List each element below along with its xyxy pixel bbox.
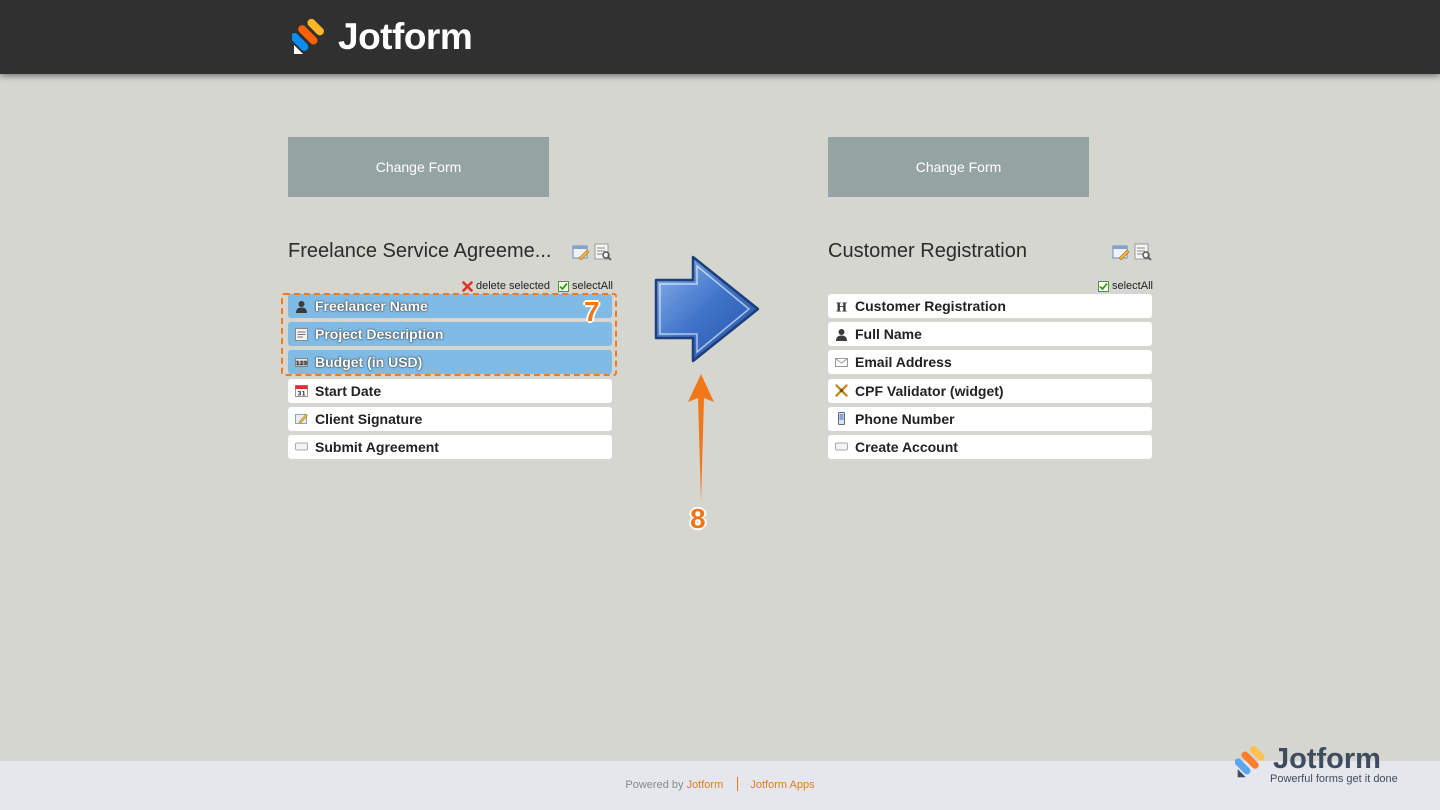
field-item[interactable]: Freelancer Name xyxy=(288,294,612,318)
delete-selected-link[interactable]: delete selected xyxy=(462,280,550,292)
edit-form-icon[interactable] xyxy=(572,243,590,261)
delete-icon xyxy=(462,280,473,292)
field-item[interactable]: Submit Agreement xyxy=(288,434,612,459)
svg-text:123: 123 xyxy=(296,361,308,367)
preview-form-icon[interactable] xyxy=(1134,243,1152,261)
field-label: Start Date xyxy=(315,382,382,399)
change-form-button-left[interactable]: Change Form xyxy=(288,137,549,197)
checkbox-icon xyxy=(558,280,569,292)
select-all-label-right: selectAll xyxy=(1112,280,1153,292)
person-icon xyxy=(295,300,308,313)
phone-icon xyxy=(835,412,848,426)
footer-divider xyxy=(737,777,739,791)
number-icon: 123 xyxy=(295,356,308,369)
field-item[interactable]: 123 Budget (in USD) xyxy=(288,350,612,375)
field-item[interactable]: H Customer Registration xyxy=(828,294,1152,318)
email-icon xyxy=(835,356,848,369)
step-8-badge: 8 xyxy=(690,503,706,534)
field-label: CPF Validator (widget) xyxy=(855,382,1004,399)
field-label: Client Signature xyxy=(315,410,423,427)
footer-logo-icon xyxy=(1234,745,1265,778)
field-item[interactable]: Client Signature xyxy=(288,406,612,431)
select-all-link-right[interactable]: selectAll xyxy=(1098,280,1153,292)
calendar-icon: 31 xyxy=(295,384,308,398)
signature-icon xyxy=(295,412,308,425)
source-field-list: Freelancer Name Project Description 123 B… xyxy=(288,294,612,463)
top-header: Jotform xyxy=(0,0,1440,74)
jotform-logo-icon xyxy=(292,18,324,54)
target-form-title: Customer Registration xyxy=(828,240,1027,262)
footer-logo[interactable]: Jotform Powerful forms get it done xyxy=(1234,743,1398,785)
select-all-label-left: selectAll xyxy=(572,280,613,292)
source-form-title: Freelance Service Agreeme... xyxy=(288,240,552,262)
field-label: Submit Agreement xyxy=(315,438,439,455)
jotform-logo[interactable]: Jotform xyxy=(292,16,473,57)
source-form-tools xyxy=(572,243,612,261)
logo-text: Jotform xyxy=(338,16,473,57)
footer-credits: Powered by Jotform Jotform Apps xyxy=(0,777,1440,791)
target-field-list: H Customer Registration Full Name Email A… xyxy=(828,294,1152,463)
change-form-button-right[interactable]: Change Form xyxy=(828,137,1089,197)
target-form-tools xyxy=(1112,243,1152,261)
step-7-badge: 7 xyxy=(584,296,600,327)
field-label: Project Description xyxy=(315,326,444,343)
field-label: Budget (in USD) xyxy=(315,354,423,371)
svg-text:31: 31 xyxy=(297,391,305,398)
field-label: Phone Number xyxy=(855,410,955,427)
field-item[interactable]: Phone Number xyxy=(828,406,1152,431)
field-label: Email Address xyxy=(855,354,952,371)
field-label: Freelancer Name xyxy=(315,298,428,314)
field-label: Create Account xyxy=(855,438,958,455)
footer-logo-tagline: Powerful forms get it done xyxy=(1270,773,1398,785)
select-all-link-left[interactable]: selectAll xyxy=(558,280,613,292)
button-icon xyxy=(295,440,308,453)
target-actions: selectAll xyxy=(1098,280,1153,292)
jotform-apps-link[interactable]: Jotform Apps xyxy=(750,779,814,791)
field-item[interactable]: Create Account xyxy=(828,434,1152,459)
jotform-link[interactable]: Jotform xyxy=(687,779,724,791)
field-item[interactable]: Project Description xyxy=(288,322,612,347)
textarea-icon xyxy=(295,327,308,341)
button-icon xyxy=(835,440,848,453)
field-item[interactable]: Email Address xyxy=(828,350,1152,375)
delete-selected-label: delete selected xyxy=(476,280,550,292)
svg-text:H: H xyxy=(836,300,847,313)
checkbox-icon xyxy=(1098,280,1109,292)
edit-form-icon[interactable] xyxy=(1112,243,1130,261)
powered-by-text: Powered by xyxy=(625,779,684,791)
heading-icon: H xyxy=(835,300,848,314)
field-label: Customer Registration xyxy=(855,298,1006,314)
source-actions: delete selected selectAll xyxy=(462,280,613,292)
field-item[interactable]: Full Name xyxy=(828,322,1152,347)
field-item[interactable]: CPF Validator (widget) xyxy=(828,378,1152,403)
footer-logo-name: Jotform xyxy=(1273,743,1381,775)
widget-icon xyxy=(835,384,848,397)
annotation-arrow-icon xyxy=(688,374,714,502)
transfer-arrow-icon[interactable] xyxy=(653,254,761,364)
field-item[interactable]: 31 Start Date xyxy=(288,378,612,403)
person-icon xyxy=(835,328,848,341)
preview-form-icon[interactable] xyxy=(594,243,612,261)
field-label: Full Name xyxy=(855,326,922,343)
